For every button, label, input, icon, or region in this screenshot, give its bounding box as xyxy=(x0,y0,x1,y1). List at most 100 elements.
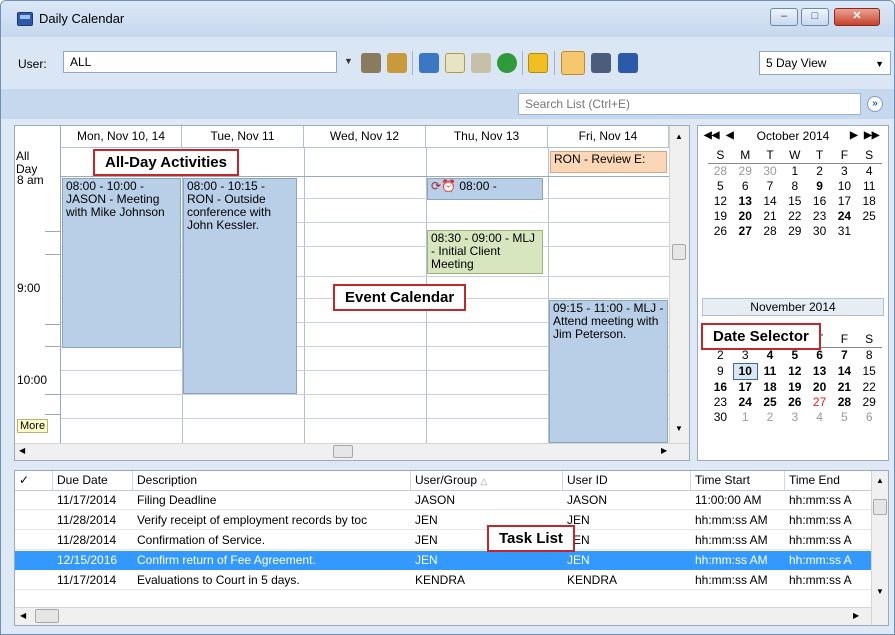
task-scroll-left-icon[interactable]: ◀ xyxy=(20,611,26,620)
date-cell[interactable]: 29 xyxy=(857,395,882,410)
date-cell[interactable]: 13 xyxy=(807,364,832,379)
date-cell[interactable]: 16 xyxy=(708,380,733,395)
date-cell[interactable]: 18 xyxy=(758,380,783,395)
date-cell[interactable]: 10 xyxy=(832,179,857,194)
date-cell[interactable]: 23 xyxy=(807,209,832,224)
col-time-start[interactable]: Time Start xyxy=(691,471,785,491)
date-cell[interactable]: 6 xyxy=(807,348,832,363)
next-year-icon[interactable]: ▶▶ xyxy=(864,126,879,146)
date-cell[interactable]: 12 xyxy=(782,364,807,379)
next-month-icon[interactable]: ▶ xyxy=(850,126,858,146)
date-cell[interactable]: 20 xyxy=(733,209,758,224)
date-cell[interactable]: 29 xyxy=(733,164,758,179)
date-cell[interactable]: 12 xyxy=(708,194,733,209)
date-cell[interactable]: 24 xyxy=(832,209,857,224)
col-check[interactable]: ✓ xyxy=(15,471,53,491)
search-input[interactable]: Search List (Ctrl+E) xyxy=(518,93,861,115)
date-cell[interactable]: 21 xyxy=(832,380,857,395)
date-cell[interactable]: 6 xyxy=(857,410,882,425)
event-tue-ron-conference[interactable]: 08:00 - 10:15 - RON - Outside conference… xyxy=(183,178,297,394)
calendar-vertical-scrollbar[interactable]: ▲ ▼ xyxy=(669,126,689,444)
day-header-tue[interactable]: Tue, Nov 11 xyxy=(182,126,304,148)
date-cell[interactable]: 29 xyxy=(782,224,807,239)
day-header-wed[interactable]: Wed, Nov 12 xyxy=(304,126,426,148)
task-scroll-thumb[interactable] xyxy=(873,499,887,515)
col-due-date[interactable]: Due Date xyxy=(53,471,133,491)
refresh-icon[interactable] xyxy=(497,53,517,73)
user-input[interactable]: ALL xyxy=(63,51,337,73)
user-dropdown-arrow-icon[interactable]: ▼ xyxy=(344,56,353,66)
date-cell[interactable]: 11 xyxy=(758,364,783,379)
date-cell[interactable]: 27 xyxy=(807,395,832,410)
date-cell[interactable]: 20 xyxy=(807,380,832,395)
copy-icon[interactable] xyxy=(471,53,491,73)
date-cell[interactable]: 24 xyxy=(733,395,758,410)
col-description[interactable]: Description xyxy=(133,471,411,491)
task-row[interactable]: 11/28/2014 Confirmation of Service. JEN JEN… xyxy=(15,531,871,550)
task-row[interactable]: 11/17/2014 Filing Deadline JASON JASON 11:00… xyxy=(15,491,871,510)
date-cell[interactable]: 17 xyxy=(733,380,758,395)
date-cell[interactable]: 4 xyxy=(857,164,882,179)
date-cell[interactable]: 9 xyxy=(708,364,733,379)
task-horizontal-scrollbar[interactable]: ◀ ▶ xyxy=(15,607,871,625)
task-row[interactable]: 11/28/2014 Verify receipt of employment r… xyxy=(15,511,871,530)
col-user-group[interactable]: User/Group △ xyxy=(411,471,563,491)
event-fri-mlj-meeting[interactable]: 09:15 - 11:00 - MLJ - Attend meeting wit… xyxy=(549,300,668,443)
date-cell[interactable]: 14 xyxy=(832,364,857,379)
hscroll-thumb[interactable] xyxy=(333,445,353,458)
date-cell[interactable]: 2 xyxy=(758,410,783,425)
date-cell[interactable]: 4 xyxy=(758,348,783,363)
filter-icon[interactable] xyxy=(528,53,548,73)
date-cell[interactable]: 11 xyxy=(857,179,882,194)
scroll-left-arrow-icon[interactable]: ◀ xyxy=(19,446,25,455)
date-cell[interactable]: 19 xyxy=(782,380,807,395)
week-view-icon[interactable] xyxy=(591,53,611,73)
task-scroll-up-icon[interactable]: ▲ xyxy=(876,476,884,485)
date-cell[interactable]: 28 xyxy=(832,395,857,410)
date-cell[interactable]: 26 xyxy=(708,224,733,239)
day-header-mon[interactable]: Mon, Nov 10, 14 xyxy=(61,126,182,148)
event-thu-mlj-initial[interactable]: 08:30 - 09:00 - MLJ - Initial Client Mee… xyxy=(427,230,543,274)
date-cell[interactable]: 7 xyxy=(758,179,783,194)
date-cell[interactable]: 15 xyxy=(857,364,882,379)
date-cell[interactable]: 30 xyxy=(807,224,832,239)
date-cell[interactable]: 6 xyxy=(733,179,758,194)
event-mon-jason-meeting[interactable]: 08:00 - 10:00 - JASON - Meeting with Mik… xyxy=(62,178,181,348)
month-view-icon[interactable] xyxy=(618,53,638,73)
day-view-icon[interactable] xyxy=(561,51,585,75)
date-cell[interactable]: 8 xyxy=(782,179,807,194)
view-select[interactable]: 5 Day View ▼ xyxy=(759,51,891,75)
date-cell[interactable]: 15 xyxy=(782,194,807,209)
col-time-end[interactable]: Time End xyxy=(785,471,875,491)
day-header-fri[interactable]: Fri, Nov 14 xyxy=(548,126,669,148)
calendar-horizontal-scrollbar[interactable]: ◀ ▶ xyxy=(15,443,689,460)
date-cell[interactable]: 8 xyxy=(857,348,882,363)
date-cell[interactable]: 31 xyxy=(832,224,857,239)
date-cell[interactable]: 25 xyxy=(857,209,882,224)
task-row[interactable]: 11/17/2014 Evaluations to Court in 5 days… xyxy=(15,571,871,590)
day-header-thu[interactable]: Thu, Nov 13 xyxy=(426,126,548,148)
date-cell[interactable]: 14 xyxy=(758,194,783,209)
task-scroll-right-icon[interactable]: ▶ xyxy=(853,611,859,620)
date-cell[interactable]: 3 xyxy=(782,410,807,425)
date-cell[interactable]: 18 xyxy=(857,194,882,209)
expand-chevron-icon[interactable]: » xyxy=(867,96,883,112)
scroll-down-arrow-icon[interactable]: ▼ xyxy=(675,424,683,433)
scroll-thumb[interactable] xyxy=(672,244,686,260)
col-user-id[interactable]: User ID xyxy=(563,471,691,491)
task-vertical-scrollbar[interactable]: ▲ ▼ xyxy=(871,471,888,625)
date-cell[interactable]: 26 xyxy=(782,395,807,410)
date-cell[interactable]: 1 xyxy=(733,410,758,425)
prev-month-icon[interactable]: ◀ xyxy=(726,126,734,146)
people-icon[interactable] xyxy=(387,53,407,73)
date-cell[interactable]: 2 xyxy=(807,164,832,179)
print-icon[interactable] xyxy=(361,53,381,73)
event-fri-allday-ron[interactable]: RON - Review E: xyxy=(550,151,667,173)
task-scroll-down-icon[interactable]: ▼ xyxy=(876,587,884,596)
month-title-november[interactable]: November 2014 xyxy=(702,298,884,316)
date-cell[interactable]: 30 xyxy=(758,164,783,179)
event-thu-0800[interactable]: ⟳⏰ 08:00 - xyxy=(427,178,543,200)
date-cell[interactable]: 7 xyxy=(832,348,857,363)
date-cell[interactable]: 16 xyxy=(807,194,832,209)
date-cell[interactable]: 5 xyxy=(832,410,857,425)
